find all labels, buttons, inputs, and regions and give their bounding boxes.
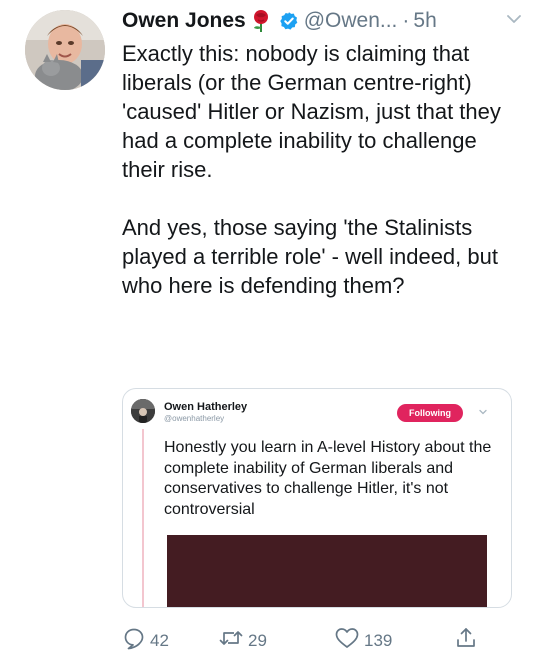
reply-count: 42 — [150, 630, 169, 650]
retweet-icon — [218, 626, 244, 655]
reply-button[interactable]: 42 — [122, 626, 169, 655]
share-button[interactable] — [454, 626, 478, 655]
header-separator: · — [402, 9, 410, 32]
author-name[interactable]: Owen Jones — [122, 9, 246, 33]
reply-icon — [122, 626, 146, 655]
quoted-author-handle[interactable]: @owenhatherley — [164, 414, 224, 423]
chevron-down-icon[interactable] — [478, 407, 488, 417]
tweet-header: Owen Jones @Owen... · 5h — [122, 8, 527, 34]
thread-line — [142, 429, 144, 607]
quoted-tweet-image[interactable] — [167, 535, 487, 607]
tweet-paragraph: And yes, those saying 'the Stalinists pl… — [122, 215, 498, 298]
tweet-timestamp[interactable]: 5h — [413, 9, 436, 33]
rose-icon — [250, 9, 272, 33]
tweet-text: Exactly this: nobody is claiming that li… — [122, 39, 522, 300]
verified-badge-icon — [279, 11, 299, 31]
tweet-paragraph: Exactly this: nobody is claiming that li… — [122, 41, 501, 182]
tweet-actions: 42 29 139 — [122, 626, 522, 652]
like-button[interactable]: 139 — [334, 626, 392, 655]
author-avatar[interactable] — [25, 10, 105, 90]
share-icon — [454, 626, 478, 655]
quoted-author-name[interactable]: Owen Hatherley — [164, 401, 247, 413]
quoted-tweet-card[interactable]: Owen Hatherley @owenhatherley Following … — [122, 388, 512, 608]
quoted-author-avatar[interactable] — [131, 399, 155, 423]
following-button[interactable]: Following — [397, 404, 463, 422]
retweet-button[interactable]: 29 — [218, 626, 267, 655]
author-handle[interactable]: @Owen... — [304, 9, 398, 33]
heart-icon — [334, 626, 360, 655]
chevron-down-icon[interactable] — [505, 10, 523, 28]
like-count: 139 — [364, 630, 393, 650]
quoted-tweet-text: Honestly you learn in A-level History ab… — [164, 439, 492, 518]
avatar-photo — [25, 10, 105, 90]
retweet-count: 29 — [248, 630, 267, 650]
